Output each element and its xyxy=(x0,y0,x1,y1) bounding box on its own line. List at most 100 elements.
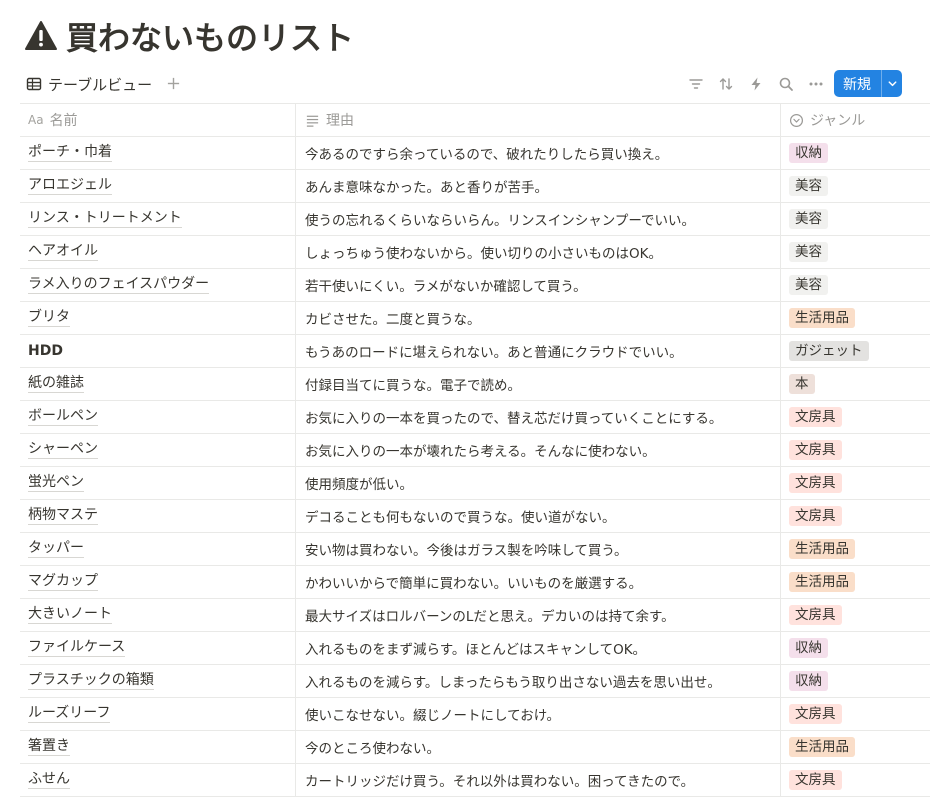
column-header-reason[interactable]: 理由 xyxy=(296,104,781,136)
table-row[interactable]: シャーペン お気に入りの一本が壊れたら考える。そんなに使わない。 文房具 xyxy=(20,434,930,467)
cell-genre[interactable]: ガジェット xyxy=(781,335,930,367)
cell-name[interactable]: マグカップ xyxy=(20,566,296,598)
table-row[interactable]: ルーズリーフ 使いこなせない。綴じノートにしておけ。 文房具 xyxy=(20,698,930,731)
row-name[interactable]: ルーズリーフ xyxy=(28,705,111,723)
row-name[interactable]: リンス・トリートメント xyxy=(28,210,182,228)
table-row[interactable]: HDD もうあのロードに堪えられない。あと普通にクラウドでいい。 ガジェット xyxy=(20,335,930,368)
cell-reason[interactable]: しょっちゅう使わないから。使い切りの小さいものはOK。 xyxy=(296,236,781,268)
cell-genre[interactable]: 文房具 xyxy=(781,467,930,499)
cell-reason[interactable]: 付録目当てに買うな。電子で読め。 xyxy=(296,368,781,400)
table-row[interactable]: ボールペン お気に入りの一本を買ったので、替え芯だけ買っていくことにする。 文房具 xyxy=(20,401,930,434)
cell-genre[interactable]: 文房具 xyxy=(781,764,930,796)
cell-name[interactable]: ラメ入りのフェイスパウダー xyxy=(20,269,296,301)
cell-reason[interactable]: デコることも何もないので買うな。使い道がない。 xyxy=(296,500,781,532)
cell-genre[interactable]: 生活用品 xyxy=(781,302,930,334)
cell-reason[interactable]: かわいいからで簡単に買わない。いいものを厳選する。 xyxy=(296,566,781,598)
cell-reason[interactable]: 入れるものを減らす。しまったらもう取り出さない過去を思い出せ。 xyxy=(296,665,781,697)
automation-button[interactable] xyxy=(744,72,768,96)
more-options-button[interactable] xyxy=(804,72,828,96)
cell-genre[interactable]: 美容 xyxy=(781,170,930,202)
cell-name[interactable]: タッパー xyxy=(20,533,296,565)
cell-genre[interactable]: 文房具 xyxy=(781,401,930,433)
add-view-button[interactable] xyxy=(160,70,186,96)
row-name[interactable]: HDD xyxy=(28,343,63,360)
column-header-genre[interactable]: ジャンル xyxy=(781,104,930,136)
cell-reason[interactable]: 今のところ使わない。 xyxy=(296,731,781,763)
table-row[interactable]: タッパー 安い物は買わない。今後はガラス製を吟味して買う。 生活用品 xyxy=(20,533,930,566)
cell-reason[interactable]: 使いこなせない。綴じノートにしておけ。 xyxy=(296,698,781,730)
cell-genre[interactable]: 収納 xyxy=(781,632,930,664)
cell-name[interactable]: ルーズリーフ xyxy=(20,698,296,730)
cell-genre[interactable]: 収納 xyxy=(781,665,930,697)
cell-genre[interactable]: 生活用品 xyxy=(781,566,930,598)
new-options-button[interactable] xyxy=(882,78,902,89)
cell-reason[interactable]: カビさせた。二度と買うな。 xyxy=(296,302,781,334)
cell-reason[interactable]: 最大サイズはロルバーンのLだと思え。デカいのは持て余す。 xyxy=(296,599,781,631)
cell-reason[interactable]: お気に入りの一本が壊れたら考える。そんなに使わない。 xyxy=(296,434,781,466)
table-row[interactable]: ファイルケース 入れるものをまず減らす。ほとんどはスキャンしてOK。 収納 xyxy=(20,632,930,665)
cell-genre[interactable]: 本 xyxy=(781,368,930,400)
tab-table-view[interactable]: テーブルビュー xyxy=(26,71,152,97)
cell-name[interactable]: ふせん xyxy=(20,764,296,796)
row-name[interactable]: ファイルケース xyxy=(28,639,126,657)
cell-genre[interactable]: 生活用品 xyxy=(781,533,930,565)
cell-name[interactable]: 大きいノート xyxy=(20,599,296,631)
search-button[interactable] xyxy=(774,72,798,96)
table-row[interactable]: ポーチ・巾着 今あるのですら余っているので、破れたりしたら買い換え。 収納 xyxy=(20,137,930,170)
cell-reason[interactable]: 安い物は買わない。今後はガラス製を吟味して買う。 xyxy=(296,533,781,565)
warning-icon[interactable] xyxy=(24,19,58,53)
cell-name[interactable]: ヘアオイル xyxy=(20,236,296,268)
cell-reason[interactable]: お気に入りの一本を買ったので、替え芯だけ買っていくことにする。 xyxy=(296,401,781,433)
cell-genre[interactable]: 文房具 xyxy=(781,599,930,631)
row-name[interactable]: プラスチックの箱類 xyxy=(28,672,154,690)
new-button[interactable]: 新規 xyxy=(834,70,902,97)
cell-genre[interactable]: 美容 xyxy=(781,236,930,268)
cell-reason[interactable]: あんま意味なかった。あと香りが苦手。 xyxy=(296,170,781,202)
cell-genre[interactable]: 文房具 xyxy=(781,698,930,730)
table-row[interactable]: 箸置き 今のところ使わない。 生活用品 xyxy=(20,731,930,764)
cell-name[interactable]: ポーチ・巾着 xyxy=(20,137,296,169)
cell-name[interactable]: 柄物マステ xyxy=(20,500,296,532)
table-row[interactable]: 紙の雑誌 付録目当てに買うな。電子で読め。 本 xyxy=(20,368,930,401)
row-name[interactable]: ポーチ・巾着 xyxy=(28,144,112,162)
row-name[interactable]: 柄物マステ xyxy=(28,507,98,525)
cell-genre[interactable]: 文房具 xyxy=(781,500,930,532)
row-name[interactable]: 紙の雑誌 xyxy=(28,375,84,393)
row-name[interactable]: タッパー xyxy=(28,540,84,558)
row-name[interactable]: アロエジェル xyxy=(28,177,112,195)
filter-button[interactable] xyxy=(684,72,708,96)
cell-name[interactable]: ボールペン xyxy=(20,401,296,433)
cell-name[interactable]: ブリタ xyxy=(20,302,296,334)
cell-reason[interactable]: カートリッジだけ買う。それ以外は買わない。困ってきたので。 xyxy=(296,764,781,796)
table-row[interactable]: ヘアオイル しょっちゅう使わないから。使い切りの小さいものはOK。 美容 xyxy=(20,236,930,269)
cell-reason[interactable]: もうあのロードに堪えられない。あと普通にクラウドでいい。 xyxy=(296,335,781,367)
cell-reason[interactable]: 使うの忘れるくらいならいらん。リンスインシャンプーでいい。 xyxy=(296,203,781,235)
cell-genre[interactable]: 美容 xyxy=(781,203,930,235)
cell-name[interactable]: プラスチックの箱類 xyxy=(20,665,296,697)
row-name[interactable]: ボールペン xyxy=(28,408,98,426)
row-name[interactable]: ラメ入りのフェイスパウダー xyxy=(28,276,210,294)
table-row[interactable]: ブリタ カビさせた。二度と買うな。 生活用品 xyxy=(20,302,930,335)
sort-button[interactable] xyxy=(714,72,738,96)
cell-name[interactable]: 蛍光ペン xyxy=(20,467,296,499)
cell-name[interactable]: アロエジェル xyxy=(20,170,296,202)
table-row[interactable]: リンス・トリートメント 使うの忘れるくらいならいらん。リンスインシャンプーでいい。… xyxy=(20,203,930,236)
cell-name[interactable]: 箸置き xyxy=(20,731,296,763)
cell-name[interactable]: 紙の雑誌 xyxy=(20,368,296,400)
cell-genre[interactable]: 生活用品 xyxy=(781,731,930,763)
cell-name[interactable]: シャーペン xyxy=(20,434,296,466)
cell-name[interactable]: ファイルケース xyxy=(20,632,296,664)
cell-genre[interactable]: 文房具 xyxy=(781,434,930,466)
cell-reason[interactable]: 使用頻度が低い。 xyxy=(296,467,781,499)
table-row[interactable]: 大きいノート 最大サイズはロルバーンのLだと思え。デカいのは持て余す。 文房具 xyxy=(20,599,930,632)
cell-name[interactable]: HDD xyxy=(20,335,296,367)
table-row[interactable]: ラメ入りのフェイスパウダー 若干使いにくい。ラメがないか確認して買う。 美容 xyxy=(20,269,930,302)
table-row[interactable]: 蛍光ペン 使用頻度が低い。 文房具 xyxy=(20,467,930,500)
table-row[interactable]: アロエジェル あんま意味なかった。あと香りが苦手。 美容 xyxy=(20,170,930,203)
row-name[interactable]: ヘアオイル xyxy=(28,243,98,261)
table-row[interactable]: ふせん カートリッジだけ買う。それ以外は買わない。困ってきたので。 文房具 xyxy=(20,764,930,797)
table-row[interactable]: マグカップ かわいいからで簡単に買わない。いいものを厳選する。 生活用品 xyxy=(20,566,930,599)
row-name[interactable]: ブリタ xyxy=(28,309,70,327)
row-name[interactable]: マグカップ xyxy=(28,573,98,591)
cell-reason[interactable]: 若干使いにくい。ラメがないか確認して買う。 xyxy=(296,269,781,301)
